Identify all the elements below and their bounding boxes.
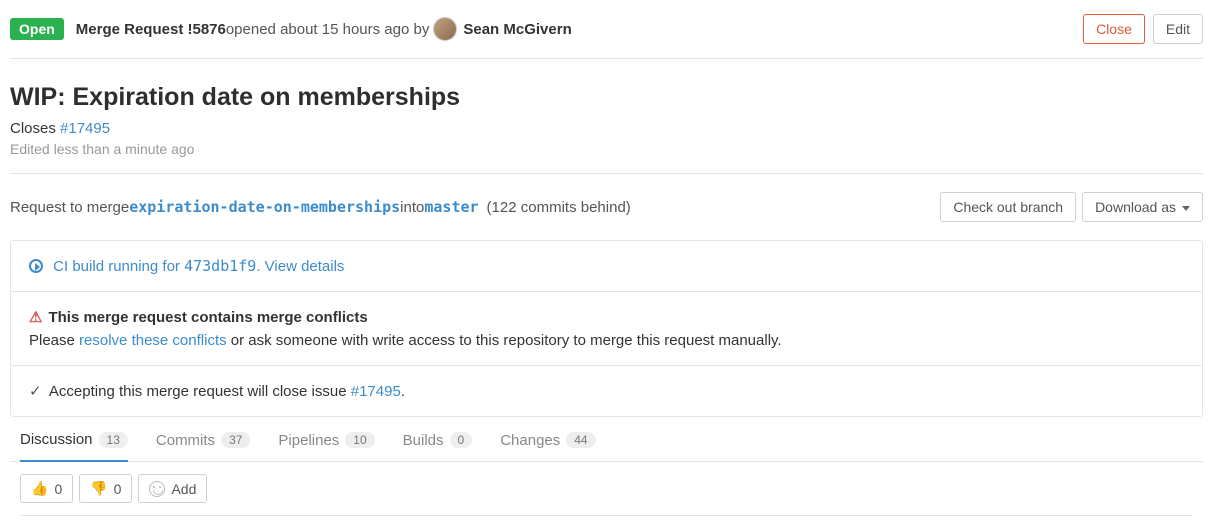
resolve-conflicts-link[interactable]: resolve these conflicts [79,332,227,349]
thumbs-down-button[interactable]: 👎0 [79,474,132,503]
conflict-title-text: This merge request contains merge confli… [48,309,367,326]
tab-builds[interactable]: Builds0 [403,431,473,461]
conflict-suffix: or ask someone with write access to this… [227,332,782,349]
mr-tabs: Discussion13 Commits37 Pipelines10 Build… [10,417,1203,462]
mr-status-box: CI build running for 473db1f9. View deta… [10,240,1203,417]
tab-pipelines[interactable]: Pipelines10 [278,431,374,461]
source-branch[interactable]: expiration-date-on-memberships [129,198,400,216]
ci-running-icon [29,259,43,273]
closing-section: ✓ Accepting this merge request will clos… [11,366,1202,416]
closing-suffix: . [401,383,405,400]
ci-section: CI build running for 473db1f9. View deta… [11,241,1202,292]
edited-note: Edited less than a minute ago [10,141,1203,157]
tab-discussion[interactable]: Discussion13 [20,431,128,462]
thumbs-up-button[interactable]: 👍0 [20,474,73,503]
status-badge: Open [10,18,64,40]
mr-meta-text: opened about 15 hours ago by [226,21,430,38]
title-block: WIP: Expiration date on memberships Clos… [10,59,1203,174]
tab-commits[interactable]: Commits37 [156,431,251,461]
ci-link[interactable]: CI build running for 473db1f9. View deta… [53,258,344,275]
merge-request-row: Request to merge expiration-date-on-memb… [10,174,1203,240]
author-link[interactable]: Sean McGivern [463,21,571,38]
add-reaction-button[interactable]: Add [138,474,207,503]
target-branch[interactable]: master [424,198,478,216]
avatar[interactable] [433,17,457,41]
download-as-button[interactable]: Download as [1082,192,1203,222]
reactions-bar: 👍0 👎0 Add [20,462,1193,516]
checkout-branch-button[interactable]: Check out branch [940,192,1076,222]
conflict-section: ⚠ This merge request contains merge conf… [11,292,1202,366]
caret-down-icon [1182,206,1190,211]
mr-id: Merge Request !5876 [76,21,226,38]
closes-prefix: Closes [10,120,60,137]
tab-discussion-count: 13 [99,432,128,448]
tab-builds-count: 0 [450,432,473,448]
closes-issue-link[interactable]: #17495 [60,120,110,137]
into-text: into [400,199,424,216]
edit-button[interactable]: Edit [1153,14,1203,44]
closing-issue-link[interactable]: #17495 [351,383,401,400]
tab-pipelines-count: 10 [345,432,374,448]
close-button[interactable]: Close [1083,14,1145,44]
page-title: WIP: Expiration date on memberships [10,83,1203,112]
tab-commits-count: 37 [221,432,250,448]
check-icon: ✓ [29,383,42,400]
thumbs-up-icon: 👍 [31,480,48,497]
warning-icon: ⚠ [29,308,42,326]
tab-changes[interactable]: Changes44 [500,431,595,461]
commits-behind: (122 commits behind) [487,199,631,216]
conflict-please: Please [29,332,79,349]
closing-prefix: Accepting this merge request will close … [49,383,351,400]
tab-changes-count: 44 [566,432,595,448]
merge-prefix: Request to merge [10,199,129,216]
thumbs-down-icon: 👎 [90,480,107,497]
smile-icon [149,481,165,497]
mr-header: Open Merge Request !5876 opened about 15… [10,10,1203,59]
